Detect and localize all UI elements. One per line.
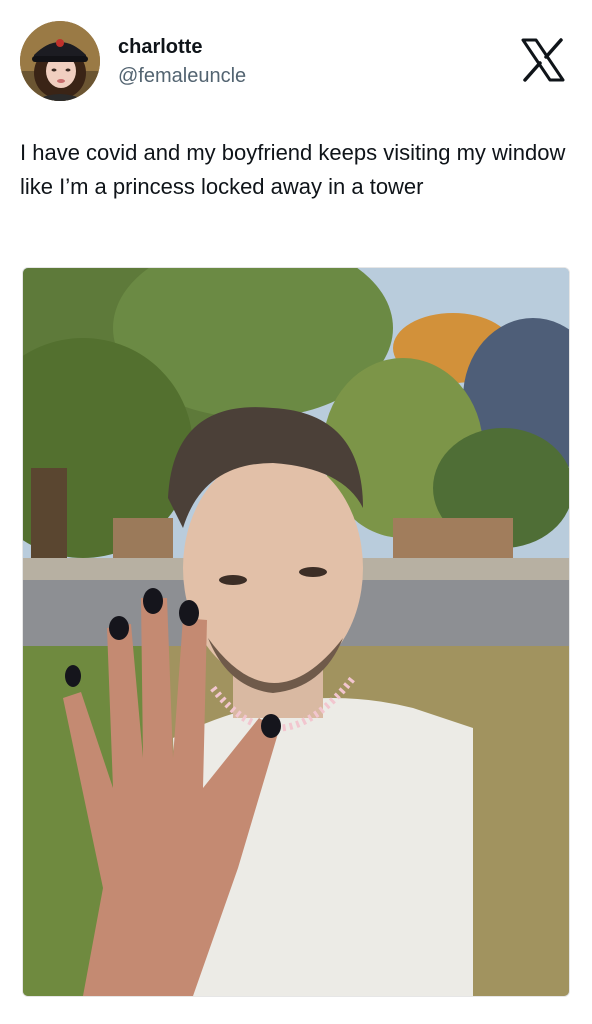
author-handle[interactable]: @femaleuncle: [118, 64, 246, 88]
tweet-text: I have covid and my boyfriend keeps visi…: [20, 140, 566, 199]
x-logo-icon[interactable]: [519, 36, 567, 84]
author-avatar[interactable]: [20, 21, 100, 101]
photo-scene: [23, 268, 569, 996]
tweet-photo[interactable]: [22, 267, 570, 997]
tweet-card: charlotte @femaleuncle I have covid and …: [0, 0, 592, 1024]
author-display-name[interactable]: charlotte: [118, 35, 202, 59]
avatar-photo: [20, 21, 100, 101]
